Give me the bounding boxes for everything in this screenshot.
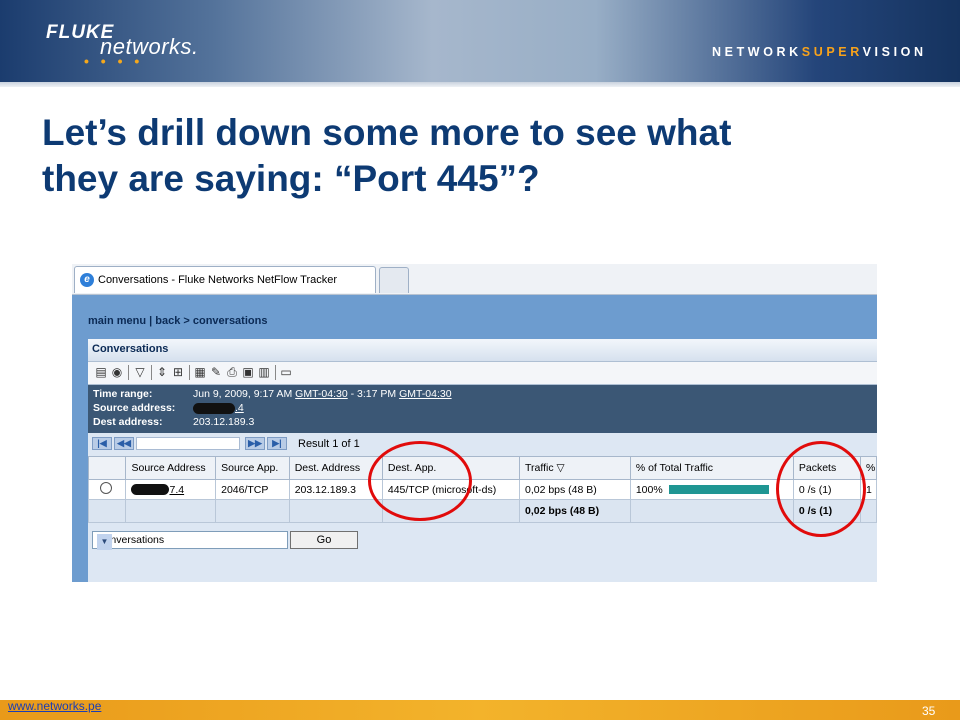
pdf-icon[interactable]: ▣ bbox=[241, 365, 255, 379]
new-tab-button[interactable] bbox=[379, 267, 409, 293]
result-count: Result 1 of 1 bbox=[298, 438, 360, 450]
toolbar-divider bbox=[189, 365, 190, 380]
column-header-pct-total[interactable]: % of Total Traffic bbox=[629, 456, 794, 480]
logo-dots-decoration: • • • • bbox=[84, 53, 144, 69]
toolbar-divider bbox=[275, 365, 276, 380]
browser-tab-bar: e Conversations - Fluke Networks NetFlow… bbox=[72, 264, 877, 295]
redacted-scribble bbox=[193, 402, 235, 414]
globe-icon[interactable]: ◉ bbox=[110, 365, 124, 379]
pager: |◀ ◀◀ ▶▶ ▶| Result 1 of 1 bbox=[88, 434, 877, 454]
tab-title: Conversations - Fluke Networks NetFlow T… bbox=[98, 274, 338, 286]
time-range-row: Time range: Jun 9, 2009, 9:17 AM GMT-04:3… bbox=[93, 388, 452, 400]
export-icon[interactable]: ▥ bbox=[257, 365, 271, 379]
ie-icon: e bbox=[80, 273, 94, 287]
column-header-select bbox=[87, 456, 127, 480]
sort-icon[interactable]: ⇕ bbox=[155, 365, 169, 379]
cell-source-app: 2046/TCP bbox=[215, 479, 290, 500]
toolbar-divider bbox=[128, 365, 129, 380]
cell-traffic: 0,02 bps (48 B) bbox=[518, 479, 631, 500]
last-page-button[interactable]: ▶| bbox=[267, 437, 287, 450]
panel-title: Conversations bbox=[92, 343, 169, 355]
annotation-circle-dest-app bbox=[368, 441, 472, 521]
panel-title-bar: Conversations bbox=[88, 339, 877, 362]
footer-website-link[interactable]: www.networks.pe bbox=[8, 699, 101, 713]
slide-title: Let’s drill down some more to see what th… bbox=[42, 112, 732, 199]
go-button[interactable]: Go bbox=[290, 531, 358, 549]
open-icon[interactable]: ▤ bbox=[94, 365, 108, 379]
browser-tab[interactable]: e Conversations - Fluke Networks NetFlow… bbox=[74, 266, 376, 293]
page-slider[interactable] bbox=[136, 437, 240, 450]
column-header-source-app[interactable]: Source App. bbox=[215, 456, 290, 480]
chevron-down-icon[interactable]: ▼ bbox=[97, 534, 112, 550]
source-address-row: Source address: .4 bbox=[93, 402, 244, 414]
print-icon[interactable]: ⎙ bbox=[225, 365, 239, 379]
window-icon[interactable]: ▭ bbox=[279, 365, 293, 379]
table-row[interactable]: 7.4 2046/TCP 203.12.189.3 445/TCP (micro… bbox=[87, 479, 877, 500]
redacted-scribble bbox=[131, 484, 170, 496]
column-header-traffic[interactable]: Traffic ▽ bbox=[518, 456, 631, 480]
report-icon[interactable]: ▦ bbox=[193, 365, 207, 379]
previous-page-button[interactable]: ◀◀ bbox=[114, 437, 134, 450]
row-radio[interactable] bbox=[100, 482, 112, 494]
footer-bar bbox=[0, 700, 960, 720]
header-banner: FLUKE networks. • • • • NETWORKSUPERVISI… bbox=[0, 0, 960, 82]
column-header-source-address[interactable]: Source Address bbox=[125, 456, 217, 480]
conversations-table: Source Address Source App. Dest. Address… bbox=[87, 456, 877, 523]
breadcrumb[interactable]: main menu | back > conversations bbox=[88, 315, 267, 327]
tagline: NETWORKSUPERVISION bbox=[712, 45, 927, 59]
first-page-button[interactable]: |◀ bbox=[92, 437, 112, 450]
totals-row: 0,02 bps (48 B) 0 /s (1) bbox=[87, 499, 877, 523]
tree-icon[interactable]: ⊞ bbox=[171, 365, 185, 379]
cell-source-address[interactable]: 7.4 bbox=[125, 479, 217, 500]
browser-screenshot: e Conversations - Fluke Networks NetFlow… bbox=[72, 264, 877, 582]
view-select[interactable]: Conversations ▼ bbox=[92, 531, 288, 550]
filter-icon[interactable]: ▽ bbox=[133, 365, 147, 379]
total-traffic: 0,02 bps (48 B) bbox=[518, 499, 631, 523]
page-number: 35 bbox=[922, 704, 936, 718]
edit-icon[interactable]: ✎ bbox=[209, 365, 223, 379]
annotation-circle-packets bbox=[776, 441, 866, 537]
toolbar: ▤ ◉ ▽ ⇕ ⊞ ▦ ✎ ⎙ ▣ ▥ ▭ bbox=[88, 362, 877, 385]
table-header-row: Source Address Source App. Dest. Address… bbox=[87, 456, 877, 480]
conversations-panel: Conversations ▤ ◉ ▽ ⇕ ⊞ ▦ ✎ ⎙ ▣ ▥ ▭ Time… bbox=[87, 339, 877, 582]
dest-address-row: Dest address: 203.12.189.3 bbox=[93, 416, 255, 428]
row-select-cell[interactable] bbox=[87, 479, 127, 500]
next-page-button[interactable]: ▶▶ bbox=[245, 437, 265, 450]
banner-divider bbox=[0, 82, 960, 87]
cell-pct-total: 100% bbox=[629, 479, 794, 500]
traffic-share-bar bbox=[668, 485, 769, 495]
toolbar-divider bbox=[151, 365, 152, 380]
filter-info-box: Time range: Jun 9, 2009, 9:17 AM GMT-04:3… bbox=[88, 385, 877, 433]
